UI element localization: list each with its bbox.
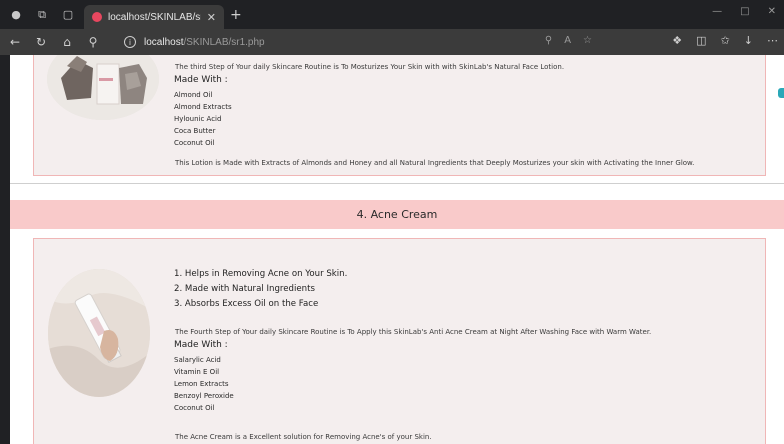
lotion-ingredient: Coconut Oil: [174, 139, 215, 147]
more-menu-icon[interactable]: ⋯: [767, 34, 778, 47]
product-card-lotion: The third Step of Your daily Skincare Ro…: [33, 55, 766, 176]
product-card-acne-cream: 1. Helps in Removing Acne on Your Skin. …: [33, 238, 766, 444]
zoom-icon[interactable]: ⚲: [545, 35, 552, 46]
downloads-icon[interactable]: ↓: [744, 34, 753, 47]
page-content: The third Step of Your daily Skincare Ro…: [10, 55, 784, 444]
split-screen-icon[interactable]: ◫: [696, 34, 706, 47]
acne-description: The Fourth Step of Your daily Skincare R…: [175, 328, 652, 336]
url-field[interactable]: i localhost/SKINLAB/sr1.php ⚲ A ☆: [118, 32, 596, 52]
lotion-footer-text: This Lotion is Made with Extracts of Alm…: [175, 159, 695, 167]
lotion-ingredient: Hylounic Acid: [174, 115, 222, 123]
lotion-ingredient: Almond Oil: [174, 91, 213, 99]
favorites-icon[interactable]: ✩: [721, 34, 730, 47]
window-controls: — □ ✕: [712, 6, 784, 17]
lotion-ingredient: Coca Butter: [174, 127, 216, 135]
site-favicon-icon: [92, 12, 102, 22]
url-actions: ⚲ A ☆: [545, 35, 592, 46]
workspaces-icon[interactable]: ⧉: [32, 5, 52, 25]
lotion-description: The third Step of Your daily Skincare Ro…: [175, 63, 565, 71]
address-bar-row: ← ↻ ⌂ ⚲ i localhost/SKINLAB/sr1.php ⚲ A …: [0, 29, 784, 55]
acne-footer-text: The Acne Cream is a Excellent solution f…: [175, 433, 432, 441]
acne-cream-product-image: [48, 269, 150, 397]
tab-actions-icon[interactable]: ▢: [58, 5, 78, 25]
acne-ingredient: Benzoyl Peroxide: [174, 392, 234, 400]
new-tab-icon[interactable]: +: [230, 7, 242, 23]
section-header-acne-cream: 4. Acne Cream: [10, 200, 784, 229]
lotion-product-image: [47, 55, 159, 120]
close-tab-icon[interactable]: ✕: [207, 11, 216, 24]
acne-benefit-point: 1. Helps in Removing Acne on Your Skin.: [174, 269, 348, 279]
acne-benefit-point: 2. Made with Natural Ingredients: [174, 284, 315, 294]
divider: [10, 183, 784, 184]
extensions-icon[interactable]: ❖: [672, 34, 682, 47]
restore-icon[interactable]: □: [740, 6, 749, 17]
section-title: 4. Acne Cream: [356, 208, 438, 221]
browser-tab[interactable]: localhost/SKINLAB/sr1.php ✕: [84, 5, 224, 29]
tab-title: localhost/SKINLAB/sr1.php: [108, 11, 201, 23]
edge-sidebar-indicator[interactable]: [778, 88, 784, 98]
window-close-icon[interactable]: ✕: [768, 6, 776, 17]
read-aloud-icon[interactable]: A: [564, 35, 571, 46]
url-text: localhost/SKINLAB/sr1.php: [144, 36, 265, 48]
browser-tab-bar: ● ⧉ ▢ localhost/SKINLAB/sr1.php ✕ + — □ …: [0, 0, 784, 29]
acne-benefit-point: 3. Absorbs Excess Oil on the Face: [174, 299, 319, 309]
site-info-icon[interactable]: i: [124, 36, 136, 48]
lotion-ingredient: Almond Extracts: [174, 103, 232, 111]
lotion-made-with-label: Made With :: [174, 75, 228, 85]
acne-ingredient: Coconut Oil: [174, 404, 215, 412]
minimize-icon[interactable]: —: [712, 6, 722, 17]
browser-toolbar: ❖ ◫ ✩ ↓ ⋯: [672, 34, 778, 47]
reload-icon[interactable]: ↻: [30, 31, 52, 53]
back-arrow-icon[interactable]: ←: [4, 31, 26, 53]
acne-ingredient: Salarylic Acid: [174, 356, 221, 364]
home-icon[interactable]: ⌂: [56, 31, 78, 53]
acne-made-with-label: Made With :: [174, 340, 228, 350]
favorite-star-icon[interactable]: ☆: [583, 35, 592, 46]
search-icon[interactable]: ⚲: [82, 31, 104, 53]
acne-ingredient: Lemon Extracts: [174, 380, 229, 388]
acne-ingredient: Vitamin E Oil: [174, 368, 220, 376]
profile-icon[interactable]: ●: [6, 5, 26, 25]
